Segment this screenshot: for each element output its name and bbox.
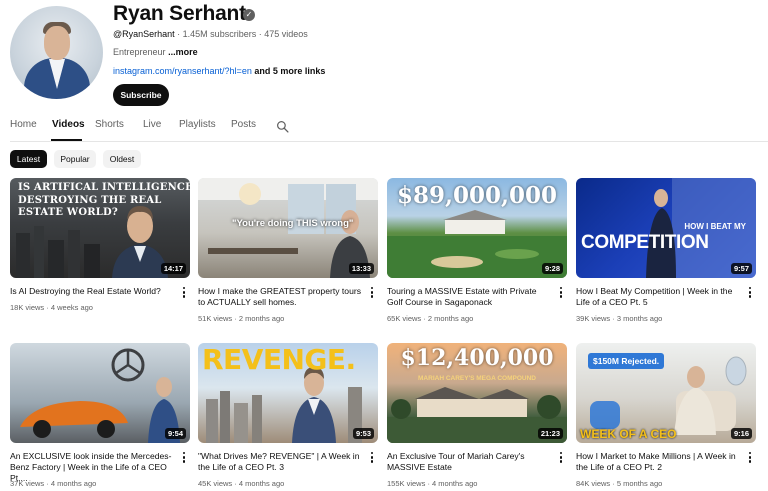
video-age: 2 months ago (427, 314, 474, 323)
video-age: 4 months ago (50, 479, 97, 488)
subscribe-button[interactable]: Subscribe (113, 84, 169, 106)
more-options-icon[interactable] (370, 287, 374, 299)
channel-external-link[interactable]: instagram.com/ryanserhant/?hl=en (113, 66, 252, 76)
video-duration: 9:54 (164, 428, 186, 439)
thumbnail-caption-secondary: MARIAH CAREY'S MEGA COMPOUND (418, 375, 536, 382)
video-meta: 51K views · 2 months ago (198, 314, 285, 323)
more-options-icon[interactable] (559, 452, 563, 464)
video-duration: 13:33 (348, 263, 374, 274)
more-options-icon[interactable] (370, 452, 374, 464)
more-options-icon[interactable] (559, 287, 563, 299)
chip-popular[interactable]: Popular (54, 150, 96, 168)
video-title[interactable]: Is AI Destroying the Real Estate World? (10, 286, 176, 297)
tab-playlists[interactable]: Playlists (179, 119, 216, 130)
channel-description[interactable]: Entrepreneur ...more (113, 47, 198, 57)
video-title[interactable]: How I make the GREATEST property tours t… (198, 286, 364, 308)
video-age: 5 months ago (616, 479, 663, 488)
description-more-link[interactable]: ...more (168, 47, 198, 57)
chip-latest[interactable]: Latest (10, 150, 47, 168)
video-views: 18K views (10, 303, 45, 312)
search-icon[interactable] (276, 120, 289, 133)
tab-shorts[interactable]: Shorts (95, 119, 124, 130)
video-title[interactable]: An Exclusive Tour of Mariah Carey's MASS… (387, 451, 553, 473)
video-thumbnail[interactable]: "You're doing THIS wrong" 13:33 (198, 178, 378, 278)
video-views: 45K views (198, 479, 233, 488)
video-views: 155K views (387, 479, 426, 488)
tab-home[interactable]: Home (10, 119, 37, 130)
video-meta: 39K views · 3 months ago (576, 314, 663, 323)
thumbnail-caption: REVENGE. (202, 343, 356, 376)
video-card[interactable]: 9:54 An EXCLUSIVE look inside the Merced… (10, 343, 190, 488)
video-card[interactable]: HOW I BEAT MY COMPETITION 9:57 How I Bea… (576, 178, 756, 323)
tab-videos[interactable]: Videos (52, 119, 85, 130)
video-meta: 84K views · 5 months ago (576, 479, 663, 488)
video-meta: 155K views · 4 months ago (387, 479, 478, 488)
video-duration: 9:57 (730, 263, 752, 274)
video-duration: 21:23 (537, 428, 563, 439)
channel-avatar (10, 6, 103, 99)
thumbnail-caption: IS ARTIFICAL INTELLIGENCE DESTROYING THE… (18, 182, 190, 218)
video-title[interactable]: Touring a MASSIVE Estate with Private Go… (387, 286, 553, 308)
thumbnail-caption: $12,400,000 (400, 345, 554, 371)
video-age: 4 months ago (238, 479, 285, 488)
more-options-icon[interactable] (748, 287, 752, 299)
tab-live[interactable]: Live (143, 119, 161, 130)
video-card[interactable]: $89,000,000 9:28 Touring a MASSIVE Estat… (387, 178, 567, 323)
active-tab-indicator (51, 139, 82, 141)
video-title[interactable]: How I Beat My Competition | Week in the … (576, 286, 742, 308)
video-age: 4 weeks ago (50, 303, 93, 312)
video-views: 51K views (198, 314, 233, 323)
thumbnail-caption: HOW I BEAT MY (684, 222, 746, 231)
video-duration: 9:28 (541, 263, 563, 274)
video-views: 65K views (387, 314, 422, 323)
video-meta: 65K views · 2 months ago (387, 314, 474, 323)
thumbnail-caption: "You're doing THIS wrong" (232, 218, 354, 229)
video-age: 3 months ago (616, 314, 663, 323)
channel-handle: @RyanSerhant (113, 29, 175, 39)
chip-oldest[interactable]: Oldest (103, 150, 141, 168)
channel-meta: @RyanSerhant · 1.45M subscribers · 475 v… (113, 29, 308, 39)
video-views: 84K views (576, 479, 611, 488)
verified-check-icon: ✓ (243, 9, 255, 21)
channel-name: Ryan Serhant (113, 2, 246, 25)
video-card[interactable]: $150M Rejected. WEEK OF A CEO 9:16 How I… (576, 343, 756, 488)
video-thumbnail[interactable]: $150M Rejected. WEEK OF A CEO 9:16 (576, 343, 756, 443)
video-meta: 45K views · 4 months ago (198, 479, 285, 488)
video-thumbnail[interactable]: $89,000,000 9:28 (387, 178, 567, 278)
video-card[interactable]: $12,400,000 MARIAH CAREY'S MEGA COMPOUND… (387, 343, 567, 488)
video-meta: 18K views · 4 weeks ago (10, 303, 93, 312)
video-age: 2 months ago (238, 314, 285, 323)
video-title[interactable]: How I Market to Make Millions | A Week i… (576, 451, 742, 473)
video-views: 37K views (10, 479, 45, 488)
video-title[interactable]: "What Drives Me? REVENGE" | A Week in th… (198, 451, 364, 473)
thumbnail-caption: $150M Rejected. (588, 353, 665, 369)
channel-stats: · 1.45M subscribers · 475 videos (174, 29, 308, 39)
video-thumbnail[interactable]: 9:54 (10, 343, 190, 443)
showroom-illustration (20, 348, 180, 443)
thumbnail-caption-secondary: WEEK OF A CEO (580, 427, 677, 441)
video-views: 39K views (576, 314, 611, 323)
more-links-link[interactable]: and 5 more links (252, 66, 325, 76)
channel-description-text: Entrepreneur (113, 47, 166, 57)
more-options-icon[interactable] (182, 287, 186, 299)
channel-links: instagram.com/ryanserhant/?hl=en and 5 m… (113, 66, 325, 76)
video-duration: 9:53 (352, 428, 374, 439)
thumbnail-caption: $89,000,000 (396, 182, 558, 209)
video-duration: 14:17 (160, 263, 186, 274)
video-card[interactable]: "You're doing THIS wrong" 13:33 How I ma… (198, 178, 378, 323)
video-card[interactable]: IS ARTIFICAL INTELLIGENCE DESTROYING THE… (10, 178, 190, 312)
more-options-icon[interactable] (182, 452, 186, 464)
more-options-icon[interactable] (748, 452, 752, 464)
video-age: 4 months ago (432, 479, 478, 488)
video-thumbnail[interactable]: IS ARTIFICAL INTELLIGENCE DESTROYING THE… (10, 178, 190, 278)
video-card[interactable]: REVENGE. 9:53 "What Drives Me? REVENGE" … (198, 343, 378, 488)
tab-posts[interactable]: Posts (231, 119, 256, 130)
video-thumbnail[interactable]: HOW I BEAT MY COMPETITION 9:57 (576, 178, 756, 278)
thumbnail-caption-secondary: COMPETITION (581, 232, 709, 253)
video-thumbnail[interactable]: $12,400,000 MARIAH CAREY'S MEGA COMPOUND… (387, 343, 567, 443)
video-thumbnail[interactable]: REVENGE. 9:53 (198, 343, 378, 443)
channel-tabs: Home Videos Shorts Live Playlists Posts (10, 112, 768, 142)
video-meta: 37K views · 4 months ago (10, 479, 97, 488)
video-duration: 9:16 (730, 428, 752, 439)
